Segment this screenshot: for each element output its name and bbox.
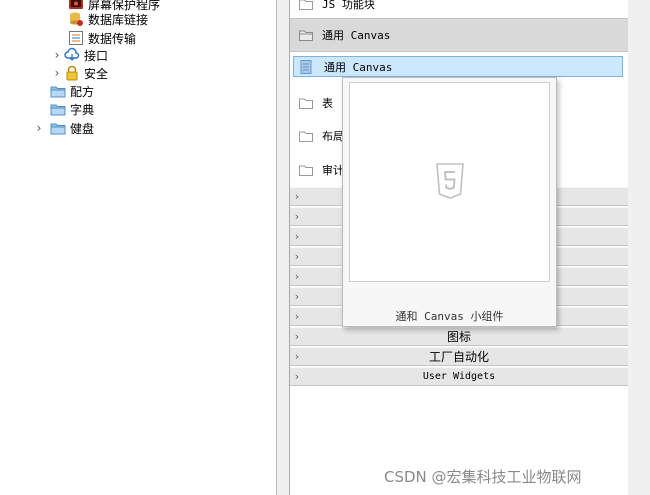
chevron-right-icon: › <box>294 190 300 203</box>
chevron-right-icon: › <box>294 290 300 303</box>
chevron-right-icon: › <box>294 330 300 343</box>
folder-outline-icon <box>298 162 314 178</box>
folder-icon <box>50 120 66 136</box>
chevron-right-icon: › <box>294 270 300 283</box>
folder-icon <box>50 101 66 117</box>
tree-item-label: 字典 <box>70 102 95 117</box>
palette-group-label: 通用 Canvas <box>322 29 391 42</box>
chevron-right-icon[interactable]: › <box>32 119 46 137</box>
tree-item-label: 健盘 <box>70 121 95 136</box>
folder-open-icon <box>298 27 314 43</box>
palette-item-canvas-selected[interactable]: 通用 Canvas <box>293 56 623 77</box>
tooltip-caption: 通和 Canvas 小组件 <box>395 310 504 323</box>
tree-item-database-link[interactable]: 数据库链接 <box>68 10 148 28</box>
palette-category-icons[interactable]: › 图标 <box>290 327 628 346</box>
chevron-right-icon[interactable]: › <box>50 64 64 82</box>
palette-category-user-widgets[interactable]: › User Widgets <box>290 367 628 386</box>
tree-item-interface[interactable]: › 接口 <box>50 46 108 64</box>
tree-item-security[interactable]: › 安全 <box>50 64 108 82</box>
palette-item-label: 审计 <box>322 164 344 177</box>
chevron-right-icon: › <box>294 230 300 243</box>
html5-icon <box>435 163 465 202</box>
widget-preview-tooltip: 通和 Canvas 小组件 <box>342 77 557 327</box>
tree-item-label: 数据传输 <box>88 31 137 46</box>
folder-outline-icon <box>298 128 314 144</box>
palette-category-factory-automation[interactable]: › 工厂自动化 <box>290 347 628 366</box>
canvas-widget-icon <box>298 59 314 75</box>
chevron-right-icon: › <box>294 310 300 323</box>
tree-item-data-transfer[interactable]: 数据传输 <box>68 29 136 47</box>
watermark: CSDN @宏集科技工业物联网 <box>384 468 582 486</box>
chevron-right-icon: › <box>294 210 300 223</box>
tree-item-label: 安全 <box>84 66 109 81</box>
project-tree-panel: 屏幕保护程序 数据库链接 数据传输 › 接口 › 安全 配方 字典 › 健盘 <box>0 0 277 495</box>
tree-item-dictionary[interactable]: 字典 <box>50 100 94 118</box>
lock-icon <box>64 65 80 81</box>
palette-item-js-function-block[interactable]: JS 功能块 <box>290 0 628 14</box>
widget-preview-area <box>349 82 550 282</box>
tree-item-label: 配方 <box>70 84 95 99</box>
tree-item-label: 数据库链接 <box>88 12 149 27</box>
tree-item-keyboard[interactable]: › 健盘 <box>32 119 94 137</box>
palette-group-header-canvas[interactable]: 通用 Canvas <box>290 18 628 52</box>
tree-item-label: 接口 <box>84 48 109 63</box>
palette-item-label: 布局 <box>322 130 344 143</box>
interface-cloud-icon <box>64 47 80 63</box>
palette-item-label: 表 <box>322 97 333 110</box>
folder-icon <box>50 83 66 99</box>
chevron-right-icon: › <box>294 250 300 263</box>
folder-outline-icon <box>298 95 314 111</box>
panel-splitter[interactable] <box>277 0 289 495</box>
chevron-right-icon: › <box>294 350 300 363</box>
palette-item-label: JS 功能块 <box>322 0 375 11</box>
data-transfer-icon <box>68 30 84 46</box>
palette-item-label: 通用 Canvas <box>324 60 393 74</box>
database-link-icon <box>68 11 84 27</box>
folder-outline-icon <box>298 0 314 12</box>
chevron-right-icon[interactable]: › <box>50 46 64 64</box>
tree-item-recipes[interactable]: 配方 <box>50 82 94 100</box>
chevron-right-icon: › <box>294 370 300 383</box>
window-edge <box>628 0 650 495</box>
